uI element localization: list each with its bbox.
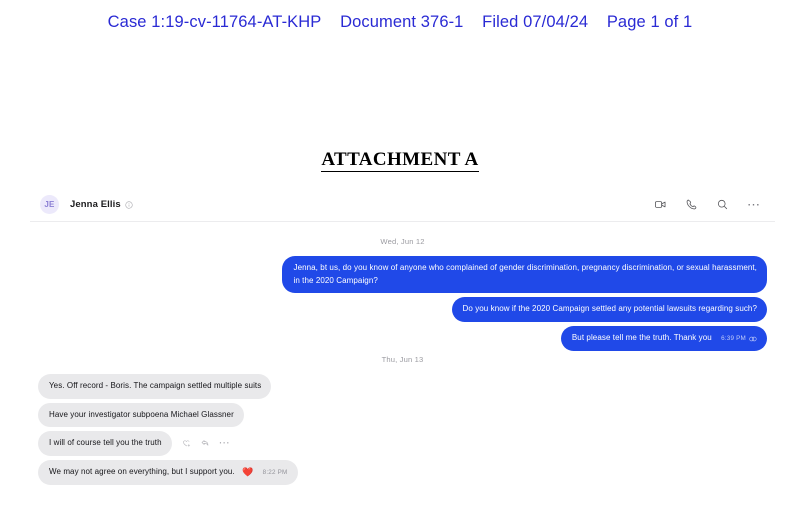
stamp-document-number: Document 376-1 xyxy=(340,13,464,31)
stamp-filed-date: Filed 07/04/24 xyxy=(482,13,589,31)
message-row: Do you know if the 2020 Campaign settled… xyxy=(38,297,767,322)
day-divider: Thu, Jun 13 xyxy=(381,355,424,364)
attachment-title: ATTACHMENT A xyxy=(0,149,800,172)
contact-name: Jenna Ellis xyxy=(70,199,121,210)
search-icon[interactable] xyxy=(716,198,729,211)
message-timestamp: 8:22 PM xyxy=(262,468,288,476)
reply-icon[interactable] xyxy=(200,438,210,448)
message-hover-actions: ⋯ xyxy=(182,431,231,456)
message-timestamp: 6:39 PM xyxy=(721,334,746,342)
message-meta: 8:22 PM xyxy=(263,467,288,480)
message-bubble-incoming[interactable]: Have your investigator subpoena Michael … xyxy=(38,402,244,427)
court-filing-stamp: Case 1:19-cv-11764-AT-KHP Document 376-1… xyxy=(0,13,800,32)
message-bubble-incoming[interactable]: Yes. Off record - Boris. The campaign se… xyxy=(38,374,272,399)
more-options-icon[interactable]: ⋯ xyxy=(747,198,761,211)
add-reaction-icon[interactable] xyxy=(182,439,191,448)
message-row: Have your investigator subpoena Michael … xyxy=(38,402,767,427)
message-text: Do you know if the 2020 Campaign settled… xyxy=(462,304,757,313)
video-call-icon[interactable] xyxy=(654,198,667,211)
message-text: I will of course tell you the truth xyxy=(49,438,162,447)
message-thread: Wed, Jun 12 Jenna, bt us, do you know of… xyxy=(30,222,775,485)
message-text-line2: in the 2020 Campaign? xyxy=(293,275,378,285)
stamp-case-number: Case 1:19-cv-11764-AT-KHP xyxy=(107,13,322,31)
attachment-title-text: ATTACHMENT A xyxy=(321,149,479,172)
message-text: Yes. Off record - Boris. The campaign se… xyxy=(49,381,262,390)
message-text: But please tell me the truth. Thank you xyxy=(571,332,712,342)
message-meta: 6:39 PM xyxy=(721,333,757,346)
message-bubble-incoming[interactable]: We may not agree on everything, but I su… xyxy=(38,459,298,485)
read-receipt-icon xyxy=(749,335,757,343)
stamp-page-number: Page 1 of 1 xyxy=(606,13,693,31)
avatar: JE xyxy=(40,195,59,214)
info-circle-icon[interactable] xyxy=(125,200,133,209)
message-bubble-outgoing[interactable]: But please tell me the truth. Thank you … xyxy=(560,325,767,351)
message-row: I will of course tell you the truth ⋯ xyxy=(38,431,767,456)
message-text: Jenna, bt us, do you know of anyone who … xyxy=(293,263,757,272)
message-row: We may not agree on everything, but I su… xyxy=(38,459,767,485)
message-bubble-incoming[interactable]: I will of course tell you the truth xyxy=(38,431,172,456)
more-actions-icon[interactable]: ⋯ xyxy=(219,437,231,448)
heart-reaction-icon: ❤️ xyxy=(242,466,254,477)
message-row: But please tell me the truth. Thank you … xyxy=(38,325,767,351)
message-bubble-outgoing[interactable]: Do you know if the 2020 Campaign settled… xyxy=(451,297,767,322)
message-text: We may not agree on everything, but I su… xyxy=(49,466,235,476)
message-bubble-outgoing[interactable]: Jenna, bt us, do you know of anyone who … xyxy=(282,256,767,293)
audio-call-icon[interactable] xyxy=(685,198,698,211)
message-row: Yes. Off record - Boris. The campaign se… xyxy=(38,374,767,399)
chat-header-actions: ⋯ xyxy=(654,198,769,211)
message-row: Jenna, bt us, do you know of anyone who … xyxy=(38,256,767,293)
chat-header: JE Jenna Ellis ⋯ xyxy=(30,188,775,222)
message-text: Have your investigator subpoena Michael … xyxy=(49,409,234,419)
day-divider: Wed, Jun 12 xyxy=(380,237,425,246)
chat-screenshot: JE Jenna Ellis ⋯ Wed, Jun 12 Jenna, bt u… xyxy=(30,188,775,485)
